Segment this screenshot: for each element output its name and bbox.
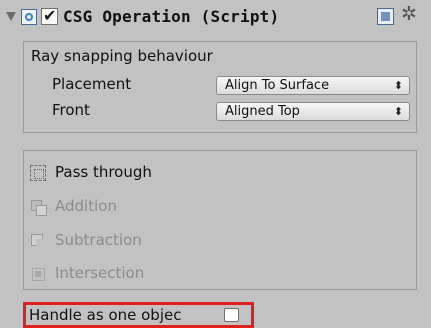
help-book-icon[interactable] [377, 8, 394, 25]
operation-intersection[interactable]: Intersection [30, 264, 230, 286]
placement-dropdown[interactable]: Align To Surface ⬍ [216, 76, 410, 95]
front-dropdown-value: Aligned Top [225, 104, 300, 119]
component-title: CSG Operation (Script) [63, 7, 280, 26]
front-label: Front [52, 101, 90, 119]
operation-label: Addition [55, 197, 117, 215]
foldout-arrow-icon[interactable] [6, 12, 16, 21]
ray-snapping-panel: Ray snapping behaviour Placement Align T… [23, 41, 417, 133]
checkmark-icon: ✔ [43, 6, 57, 25]
operation-type-panel: Pass through Addition Subtraction Inters… [23, 150, 417, 290]
operation-label: Pass through [55, 163, 152, 181]
ray-snapping-heading: Ray snapping behaviour [31, 47, 213, 65]
operation-label: Subtraction [55, 231, 142, 249]
dropdown-arrow-icon: ⬍ [393, 79, 403, 92]
subtraction-icon [30, 233, 46, 249]
front-dropdown[interactable]: Aligned Top ⬍ [216, 102, 410, 121]
pass-through-icon [30, 165, 46, 181]
handle-as-one-object-checkbox[interactable] [224, 308, 239, 322]
operation-pass-through[interactable]: Pass through [30, 163, 230, 185]
addition-icon [30, 199, 47, 216]
placement-dropdown-value: Align To Surface [225, 78, 330, 93]
operation-label: Intersection [55, 264, 145, 282]
operation-addition[interactable]: Addition [30, 197, 230, 219]
dropdown-arrow-icon: ⬍ [393, 105, 403, 118]
component-header: ✔ CSG Operation (Script) ✲ [0, 0, 431, 34]
component-enabled-checkbox[interactable]: ✔ [41, 6, 58, 25]
placement-label: Placement [52, 75, 132, 93]
operation-subtraction[interactable]: Subtraction [30, 231, 230, 253]
settings-gear-icon[interactable]: ✲ [401, 3, 417, 25]
handle-as-one-object-label: Handle as one objec [29, 306, 182, 324]
intersection-icon [30, 266, 46, 282]
script-icon [21, 9, 37, 25]
handle-as-one-object-row: Handle as one objec [23, 302, 254, 328]
